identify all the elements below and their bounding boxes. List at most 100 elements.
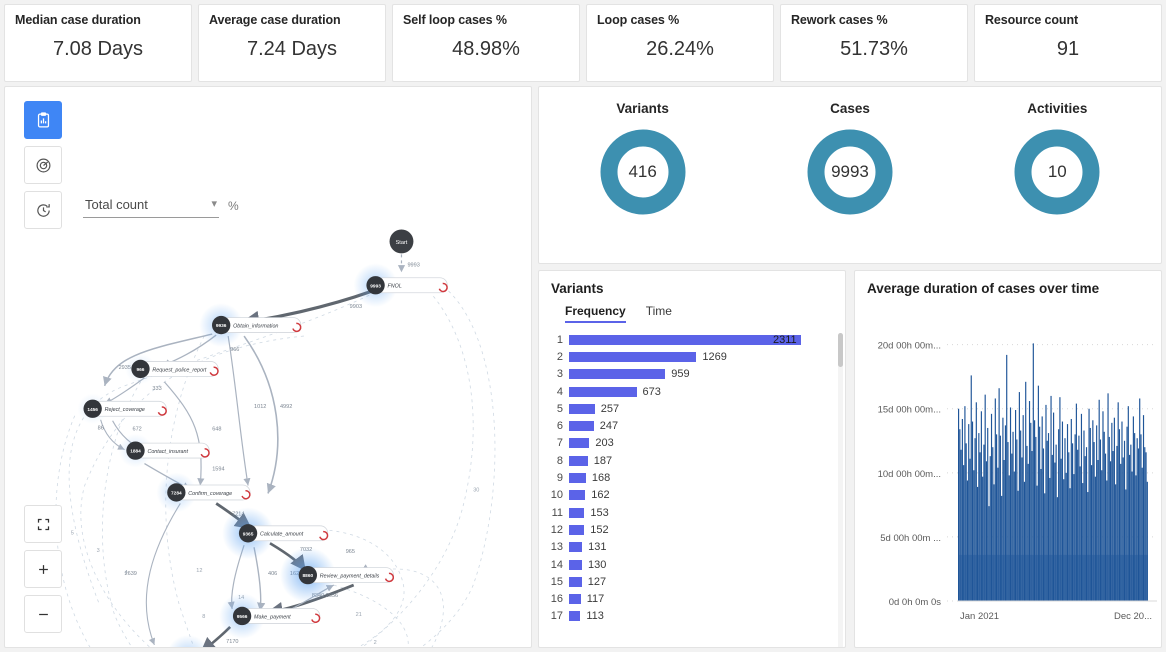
variant-row[interactable]: 1 2311 — [543, 331, 841, 348]
zoom-out-button[interactable] — [24, 595, 62, 633]
variant-row[interactable]: 7 203 — [543, 435, 841, 452]
duration-bar[interactable] — [1051, 454, 1053, 601]
duration-bar[interactable] — [1064, 438, 1066, 601]
duration-bar[interactable] — [1035, 436, 1037, 601]
duration-bar[interactable] — [982, 476, 984, 601]
duration-bar[interactable] — [1056, 497, 1058, 601]
duration-bar[interactable] — [1127, 406, 1129, 601]
duration-bar[interactable] — [973, 470, 975, 601]
duration-bar[interactable] — [1039, 426, 1041, 601]
duration-bar[interactable] — [1137, 448, 1140, 601]
duration-bar[interactable] — [1055, 444, 1057, 601]
variant-row[interactable]: 11 153 — [543, 504, 841, 521]
duration-bar[interactable] — [993, 484, 995, 601]
variants-scroll-thumb[interactable] — [838, 333, 843, 367]
duration-bar[interactable] — [1144, 447, 1146, 601]
duration-bar[interactable] — [1146, 481, 1148, 601]
duration-bar[interactable] — [1083, 430, 1085, 601]
variant-bar[interactable] — [569, 576, 582, 587]
variant-bar[interactable] — [569, 334, 801, 345]
duration-bar[interactable] — [1110, 461, 1112, 601]
duration-bar[interactable] — [988, 506, 990, 601]
variant-row[interactable]: 6 247 — [543, 417, 841, 434]
duration-bar[interactable] — [1009, 407, 1012, 601]
process-edge[interactable] — [163, 381, 205, 486]
duration-bar[interactable] — [1117, 402, 1119, 601]
duration-bar[interactable] — [987, 427, 989, 601]
duration-bar[interactable] — [1094, 476, 1096, 601]
duration-bar[interactable] — [999, 435, 1001, 601]
duration-bar[interactable] — [1047, 433, 1050, 601]
metric-select[interactable]: Total count ▾ — [83, 195, 219, 218]
duration-bar[interactable] — [1013, 471, 1015, 601]
variant-row[interactable]: 5 257 — [543, 400, 841, 417]
duration-bar[interactable] — [1112, 451, 1114, 601]
variant-bar[interactable] — [569, 559, 583, 570]
duration-bar[interactable] — [1130, 444, 1132, 601]
duration-bar[interactable] — [1122, 457, 1124, 601]
process-node[interactable]: 7284 Confirm_coverage — [167, 483, 251, 502]
process-map-canvas[interactable]: 9993990329359663331012499286672648159472… — [5, 87, 531, 647]
duration-bar[interactable] — [980, 411, 982, 601]
duration-bar[interactable] — [1132, 416, 1134, 601]
duration-bar[interactable] — [1072, 443, 1074, 601]
duration-bar[interactable] — [1077, 449, 1079, 601]
duration-bar[interactable] — [1028, 401, 1031, 601]
variant-bar[interactable] — [569, 611, 581, 622]
duration-bar[interactable] — [1118, 429, 1121, 601]
duration-bar[interactable] — [1140, 434, 1142, 601]
duration-bar[interactable] — [1116, 445, 1118, 601]
duration-bar[interactable] — [1091, 465, 1093, 601]
duration-bar[interactable] — [1104, 453, 1107, 601]
duration-bar[interactable] — [1145, 452, 1147, 601]
duration-bar[interactable] — [1032, 343, 1034, 601]
duration-bar[interactable] — [1079, 466, 1081, 601]
process-node[interactable]: 966 Request_police_report — [131, 359, 219, 379]
duration-bar[interactable] — [984, 394, 986, 601]
duration-bar[interactable] — [1074, 434, 1076, 601]
duration-bar[interactable] — [1020, 430, 1022, 601]
duration-bar[interactable] — [1065, 472, 1067, 601]
variant-row[interactable]: 12 152 — [543, 521, 841, 538]
duration-bar[interactable] — [1061, 421, 1064, 601]
frequency-metric-button[interactable] — [24, 101, 62, 139]
duration-bar[interactable] — [1054, 462, 1056, 601]
performance-metric-button[interactable] — [24, 146, 62, 184]
duration-bar[interactable] — [1011, 453, 1013, 601]
duration-bar[interactable] — [1063, 479, 1065, 601]
duration-bar[interactable] — [998, 388, 1000, 601]
variant-row[interactable]: 17 113 — [543, 608, 841, 625]
duration-bar[interactable] — [1008, 475, 1010, 601]
variant-row[interactable]: 16 117 — [543, 590, 841, 607]
duration-bar[interactable] — [959, 429, 961, 601]
duration-bar[interactable] — [971, 421, 974, 601]
variants-scrollbar[interactable] — [838, 333, 843, 647]
zoom-in-button[interactable] — [24, 550, 62, 588]
duration-bar[interactable] — [1006, 354, 1008, 601]
process-node[interactable]: 8860 Review_payment_details — [298, 565, 395, 585]
duration-bar[interactable] — [1134, 433, 1136, 601]
duration-bar[interactable] — [989, 456, 991, 601]
duration-bar[interactable] — [1108, 436, 1110, 601]
duration-bar[interactable] — [1025, 381, 1027, 601]
duration-bar[interactable] — [1085, 447, 1088, 601]
duration-bar[interactable] — [990, 413, 993, 601]
process-node[interactable]: 9936 Obtain_information — [212, 315, 302, 335]
duration-bar[interactable] — [1123, 440, 1126, 601]
duration-bar[interactable] — [983, 444, 985, 601]
variant-bar[interactable] — [569, 438, 590, 449]
process-node[interactable]: 1884 Contact_insurant — [126, 441, 210, 460]
duration-bar[interactable] — [1089, 427, 1091, 601]
process-edge[interactable] — [145, 503, 181, 646]
duration-bar[interactable] — [1092, 420, 1094, 601]
duration-bar[interactable] — [1136, 438, 1138, 601]
duration-bar[interactable] — [1107, 393, 1109, 601]
duration-bar[interactable] — [1106, 480, 1108, 601]
duration-bar[interactable] — [1113, 417, 1115, 601]
duration-bar[interactable] — [1002, 417, 1004, 601]
duration-bar[interactable] — [1018, 392, 1020, 601]
duration-bar[interactable] — [1040, 468, 1042, 601]
duration-bar[interactable] — [1097, 460, 1099, 601]
duration-bar[interactable] — [968, 424, 970, 601]
duration-bar[interactable] — [1041, 416, 1043, 601]
